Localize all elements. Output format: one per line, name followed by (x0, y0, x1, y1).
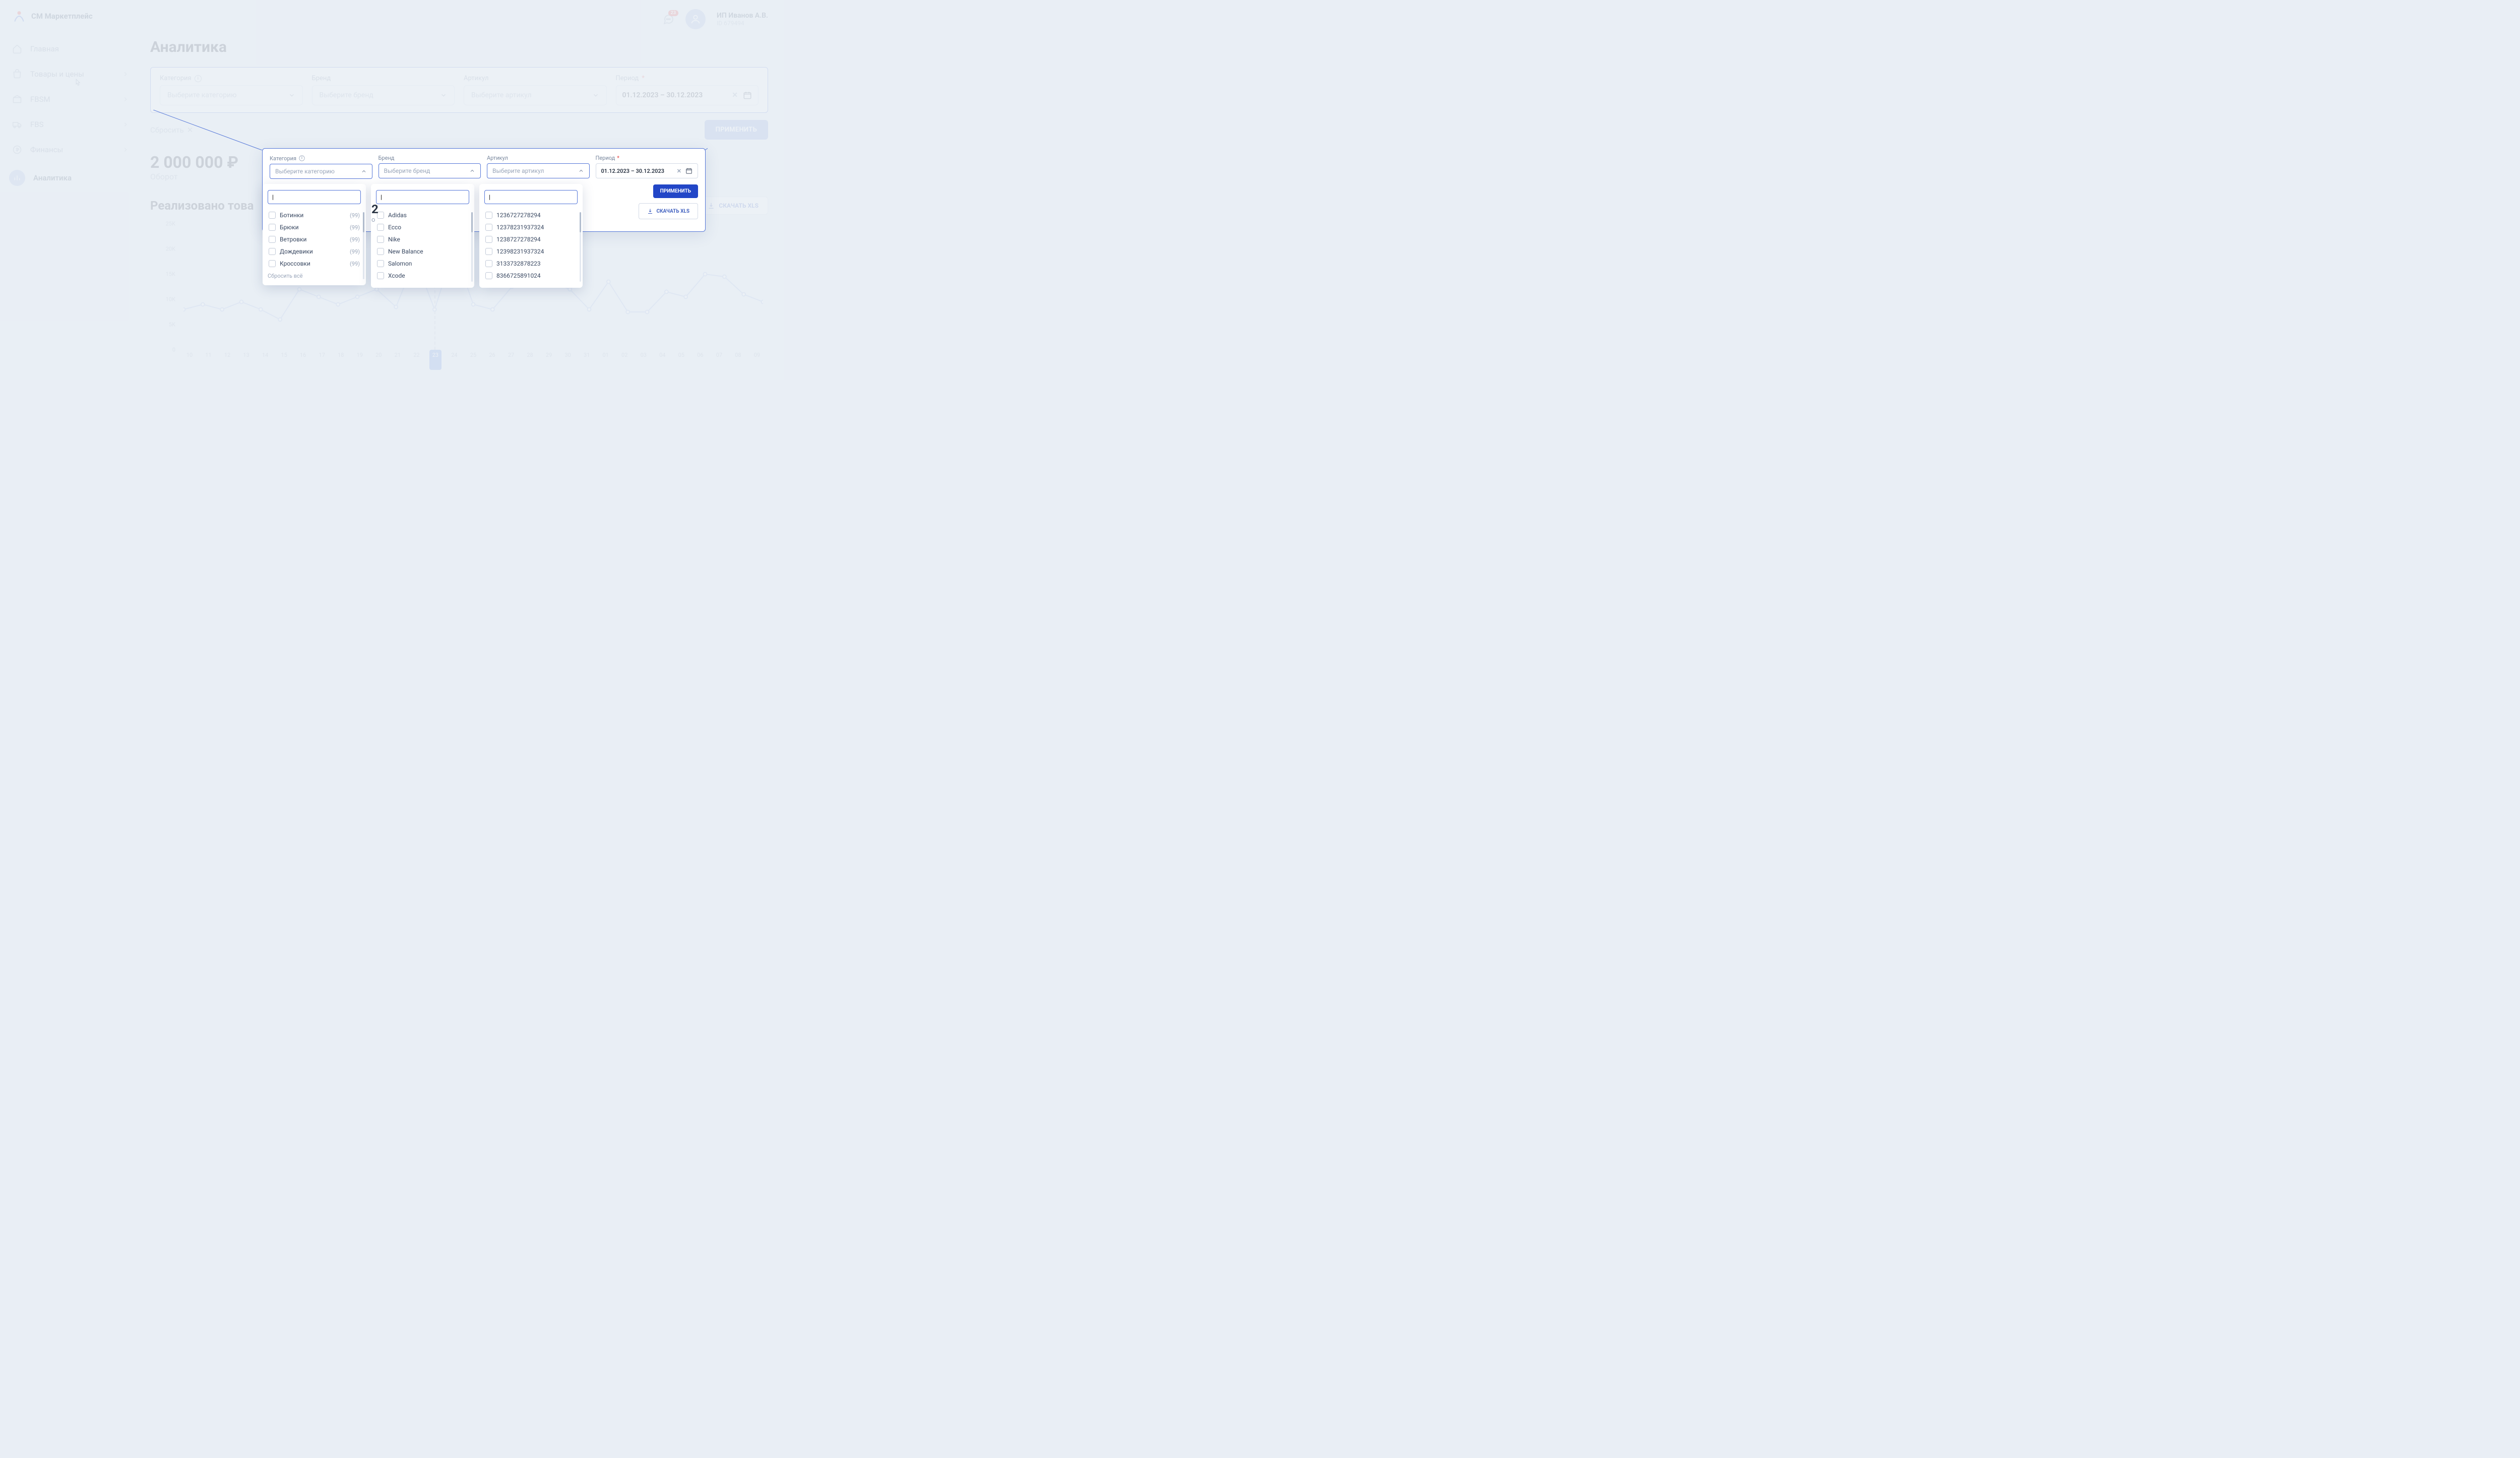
category-search-input[interactable] (268, 190, 361, 204)
scrollbar-thumb[interactable] (471, 212, 473, 232)
ef-brand-select[interactable]: Выберите бренд (379, 163, 481, 178)
expanded-filter-panel: Категорияi Выберите категорию Бренд Выбе… (262, 148, 706, 232)
brand-dropdown: AdidasEccoNikeNew BalanceSalomonXcode (371, 184, 474, 288)
chevron-up-icon (469, 168, 475, 174)
checkbox[interactable] (485, 260, 492, 267)
checkbox[interactable] (269, 236, 276, 243)
article-dropdown: 1236727278294123782319373241238727278294… (479, 184, 583, 288)
dropdown-option[interactable]: Дождевики(99) (268, 245, 361, 258)
dropdown-option[interactable]: Ecco (376, 221, 469, 233)
scrollbar-thumb[interactable] (363, 212, 364, 232)
ef-category-select[interactable]: Выберите категорию (270, 164, 372, 179)
category-list: Ботинки(99)Брюки(99)Ветровки(99)Дождевик… (268, 209, 361, 270)
dropdown-option[interactable]: Ветровки(99) (268, 233, 361, 245)
dropdown-option[interactable]: Nike (376, 233, 469, 245)
checkbox[interactable] (269, 224, 276, 231)
checkbox[interactable] (269, 260, 276, 267)
required-mark: * (617, 155, 619, 161)
scrollbar-thumb[interactable] (580, 212, 581, 232)
chevron-up-icon (361, 168, 367, 174)
dropdown-option[interactable]: Xcode (376, 270, 469, 282)
ef-label: Артикул (487, 155, 590, 161)
ef-label: Период* (596, 155, 699, 161)
checkbox[interactable] (485, 236, 492, 243)
dropdown-option[interactable]: 3133732878223 (484, 258, 578, 270)
article-list: 1236727278294123782319373241238727278294… (484, 209, 578, 282)
chevron-up-icon (578, 168, 584, 174)
checkbox[interactable] (377, 272, 384, 279)
dropdown-option[interactable]: 12398231937324 (484, 245, 578, 258)
article-search-input[interactable] (484, 190, 578, 204)
ef-period-input[interactable]: 01.12.2023 – 30.12.2023 ✕ (596, 163, 699, 178)
dropdown-option[interactable]: 8366725891024 (484, 270, 578, 282)
checkbox[interactable] (377, 224, 384, 231)
ef-period: Период* 01.12.2023 – 30.12.2023 ✕ ПРИМЕН… (596, 155, 699, 219)
checkbox[interactable] (377, 260, 384, 267)
dropdown-option[interactable]: Брюки(99) (268, 221, 361, 233)
dropdown-option[interactable]: Adidas (376, 209, 469, 221)
checkbox[interactable] (485, 248, 492, 255)
download-icon (647, 208, 653, 214)
checkbox[interactable] (485, 272, 492, 279)
dropdown-option[interactable]: 1236727278294 (484, 209, 578, 221)
behind-kpi-label: о (371, 216, 375, 224)
ef-apply-button[interactable]: ПРИМЕНИТЬ (653, 184, 698, 198)
checkbox[interactable] (485, 224, 492, 231)
behind-kpi-value: 2 (371, 202, 379, 216)
ef-label: Категорияi (270, 155, 372, 162)
calendar-icon[interactable] (685, 167, 692, 174)
dropdown-option[interactable]: 12378231937324 (484, 221, 578, 233)
info-icon[interactable]: i (299, 155, 304, 161)
ef-download-button[interactable]: СКАЧАТЬ XLS (639, 203, 698, 219)
checkbox[interactable] (377, 248, 384, 255)
checkbox[interactable] (269, 212, 276, 219)
brand-list: AdidasEccoNikeNew BalanceSalomonXcode (376, 209, 469, 282)
dropdown-option[interactable]: Salomon (376, 258, 469, 270)
ef-actions: ПРИМЕНИТЬ СКАЧАТЬ XLS (596, 184, 699, 219)
checkbox[interactable] (485, 212, 492, 219)
ef-article-select[interactable]: Выберите артикул (487, 163, 590, 178)
dropdown-option[interactable]: New Balance (376, 245, 469, 258)
reset-all-link[interactable]: Сбросить всё (268, 270, 361, 279)
category-dropdown: Ботинки(99)Брюки(99)Ветровки(99)Дождевик… (263, 184, 366, 285)
dropdown-option[interactable]: 1238727278294 (484, 233, 578, 245)
ef-label: Бренд (379, 155, 481, 161)
dropdown-option[interactable]: Ботинки(99) (268, 209, 361, 221)
checkbox[interactable] (377, 236, 384, 243)
brand-search-input[interactable] (376, 190, 469, 204)
clear-icon[interactable]: ✕ (677, 168, 681, 174)
dropdown-option[interactable]: Кроссовки(99) (268, 258, 361, 270)
checkbox[interactable] (269, 248, 276, 255)
